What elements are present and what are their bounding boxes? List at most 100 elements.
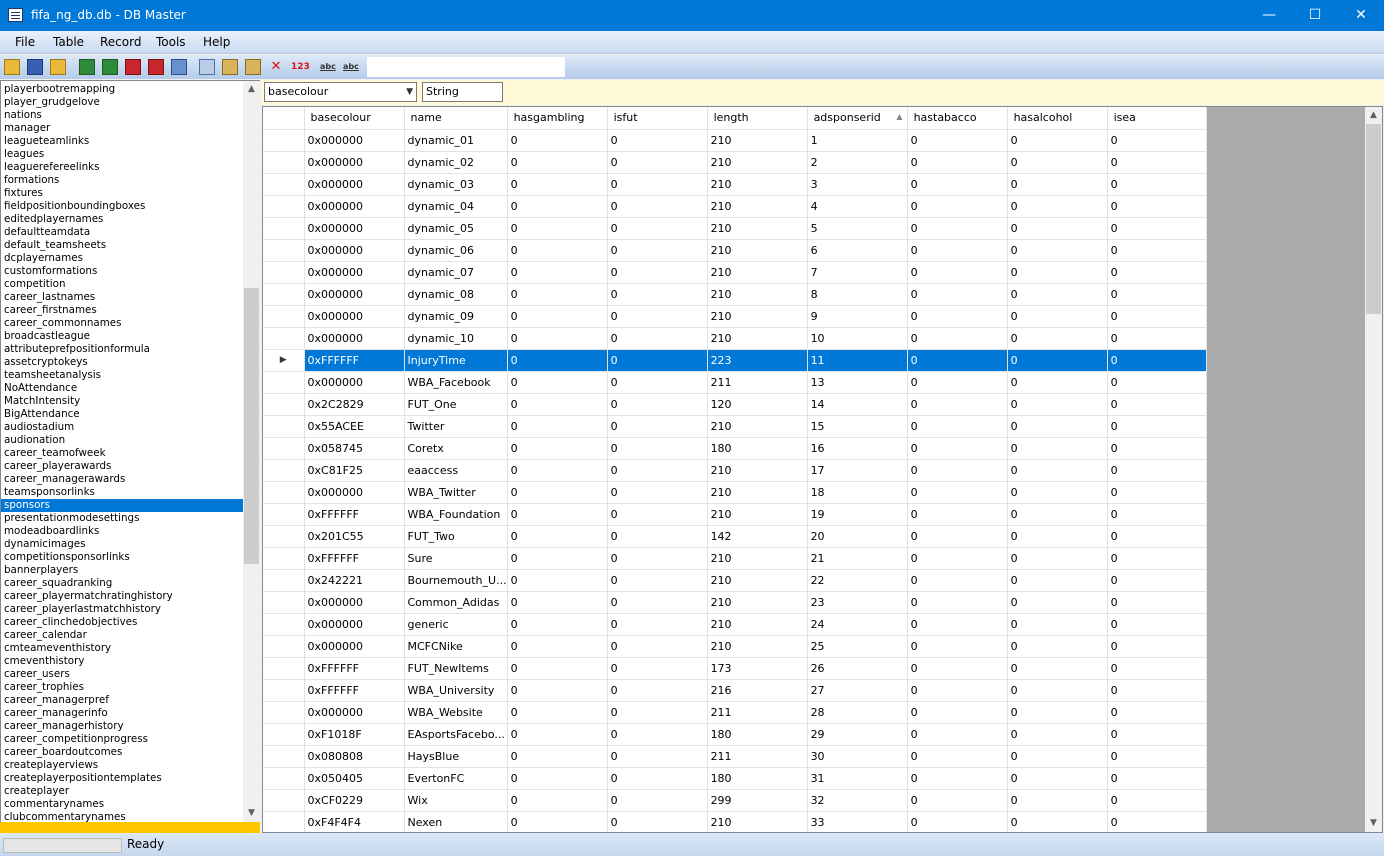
cell-basecolour[interactable]: 0x000000 — [304, 261, 405, 284]
cell-isfut[interactable]: 0 — [607, 591, 708, 614]
cell-basecolour[interactable]: 0xF4F4F4 — [304, 811, 405, 832]
cell-hastabacco[interactable]: 0 — [907, 459, 1008, 482]
chevron-down-icon[interactable]: ▼ — [406, 83, 413, 101]
table-list-item[interactable]: manager — [1, 122, 243, 135]
save-icon[interactable] — [27, 59, 43, 75]
cell-basecolour[interactable]: 0x000000 — [304, 371, 405, 394]
cell-adsponserid[interactable]: 1 — [807, 129, 908, 152]
cell-isfut[interactable]: 0 — [607, 525, 708, 548]
row-header[interactable] — [263, 767, 305, 790]
folder-icon[interactable] — [50, 59, 66, 75]
cell-basecolour[interactable]: 0x2C2829 — [304, 393, 405, 416]
table-list-item[interactable]: assetcryptokeys — [1, 356, 243, 369]
cell-hastabacco[interactable]: 0 — [907, 195, 1008, 218]
cell-isfut[interactable]: 0 — [607, 481, 708, 504]
cell-hasalcohol[interactable]: 0 — [1007, 129, 1108, 152]
cell-hasgambling[interactable]: 0 — [507, 459, 608, 482]
cell-basecolour[interactable]: 0x201C55 — [304, 525, 405, 548]
table-row[interactable]: 0xC81F25 eaaccess 0 0 210 17 0 0 0 — [263, 459, 1207, 482]
table-row[interactable]: 0x000000 generic 0 0 210 24 0 0 0 — [263, 613, 1207, 636]
table-list-item[interactable]: leagues — [1, 148, 243, 161]
cell-adsponserid[interactable]: 20 — [807, 525, 908, 548]
cell-basecolour[interactable]: 0x000000 — [304, 239, 405, 262]
close-button[interactable]: ✕ — [1338, 0, 1384, 31]
cell-hasgambling[interactable]: 0 — [507, 239, 608, 262]
cell-isea[interactable]: 0 — [1107, 327, 1207, 350]
table-row[interactable]: 0x000000 dynamic_01 0 0 210 1 0 0 0 — [263, 129, 1207, 152]
column-header-hasgambling[interactable]: hasgambling — [507, 107, 608, 130]
cell-isfut[interactable]: 0 — [607, 349, 708, 372]
table-row[interactable]: ▶ 0xFFFFFF InjuryTime 0 0 223 11 0 0 0 — [263, 349, 1207, 372]
table-list-item[interactable]: MatchIntensity — [1, 395, 243, 408]
cell-hastabacco[interactable]: 0 — [907, 789, 1008, 812]
table-list-item[interactable]: career_trophies — [1, 681, 243, 694]
cell-hasgambling[interactable]: 0 — [507, 657, 608, 680]
cell-hastabacco[interactable]: 0 — [907, 239, 1008, 262]
cell-length[interactable]: 120 — [707, 393, 808, 416]
cell-isea[interactable]: 0 — [1107, 283, 1207, 306]
cell-isea[interactable]: 0 — [1107, 635, 1207, 658]
cell-adsponserid[interactable]: 2 — [807, 151, 908, 174]
row-header[interactable] — [263, 701, 305, 724]
cell-hasalcohol[interactable]: 0 — [1007, 723, 1108, 746]
table-list-item[interactable]: career_playerawards — [1, 460, 243, 473]
table-list-item[interactable]: career_users — [1, 668, 243, 681]
row-header[interactable] — [263, 151, 305, 174]
cell-adsponserid[interactable]: 15 — [807, 415, 908, 438]
cell-hasalcohol[interactable]: 0 — [1007, 415, 1108, 438]
cell-name[interactable]: WBA_Foundation — [404, 503, 508, 526]
cell-name[interactable]: Bournemouth_U... — [404, 569, 508, 592]
import-icon[interactable] — [125, 59, 141, 75]
cell-adsponserid[interactable]: 4 — [807, 195, 908, 218]
cell-isfut[interactable]: 0 — [607, 151, 708, 174]
cell-name[interactable]: WBA_Facebook — [404, 371, 508, 394]
cell-basecolour[interactable]: 0x000000 — [304, 305, 405, 328]
row-header[interactable] — [263, 195, 305, 218]
cell-hasgambling[interactable]: 0 — [507, 195, 608, 218]
column-header-length[interactable]: length — [707, 107, 808, 130]
cell-basecolour[interactable]: 0xFFFFFF — [304, 679, 405, 702]
scroll-up-icon[interactable]: ▲ — [243, 81, 260, 98]
cell-isea[interactable]: 0 — [1107, 503, 1207, 526]
table-row[interactable]: 0x000000 MCFCNike 0 0 210 25 0 0 0 — [263, 635, 1207, 658]
cell-isfut[interactable]: 0 — [607, 811, 708, 832]
cell-hasgambling[interactable]: 0 — [507, 503, 608, 526]
row-header[interactable] — [263, 437, 305, 460]
cell-length[interactable]: 210 — [707, 503, 808, 526]
table-list-item[interactable]: NoAttendance — [1, 382, 243, 395]
cell-length[interactable]: 211 — [707, 701, 808, 724]
cell-hastabacco[interactable]: 0 — [907, 129, 1008, 152]
scroll-thumb[interactable] — [244, 288, 259, 564]
cell-length[interactable]: 210 — [707, 635, 808, 658]
cell-isfut[interactable]: 0 — [607, 393, 708, 416]
cell-name[interactable]: dynamic_02 — [404, 151, 508, 174]
cell-isfut[interactable]: 0 — [607, 415, 708, 438]
cell-isea[interactable]: 0 — [1107, 613, 1207, 636]
table-list-item[interactable]: career_squadranking — [1, 577, 243, 590]
cell-adsponserid[interactable]: 11 — [807, 349, 908, 372]
table-list-item[interactable]: career_competitionprogress — [1, 733, 243, 746]
table-list-item[interactable]: teamsheetanalysis — [1, 369, 243, 382]
table-row[interactable]: 0x2C2829 FUT_One 0 0 120 14 0 0 0 — [263, 393, 1207, 416]
row-header[interactable] — [263, 547, 305, 570]
cell-length[interactable]: 180 — [707, 437, 808, 460]
cell-isfut[interactable]: 0 — [607, 437, 708, 460]
field-select[interactable]: basecolour ▼ — [264, 82, 417, 102]
cell-length[interactable]: 210 — [707, 327, 808, 350]
field-type-box[interactable]: String — [422, 82, 503, 102]
cell-basecolour[interactable]: 0x000000 — [304, 151, 405, 174]
row-header[interactable] — [263, 327, 305, 350]
cell-basecolour[interactable]: 0x000000 — [304, 591, 405, 614]
cell-hasalcohol[interactable]: 0 — [1007, 327, 1108, 350]
cell-basecolour[interactable]: 0xC81F25 — [304, 459, 405, 482]
cell-name[interactable]: InjuryTime — [404, 349, 508, 372]
cell-hasgambling[interactable]: 0 — [507, 569, 608, 592]
table-list-scrollbar[interactable]: ▲ ▼ — [243, 81, 260, 832]
table-list-item[interactable]: career_managerawards — [1, 473, 243, 486]
cell-hastabacco[interactable]: 0 — [907, 371, 1008, 394]
table-list-item[interactable]: commentarynames — [1, 798, 243, 811]
cell-isfut[interactable]: 0 — [607, 129, 708, 152]
cell-hasalcohol[interactable]: 0 — [1007, 657, 1108, 680]
spellcheck-icon[interactable]: abc — [320, 59, 336, 75]
cell-length[interactable]: 210 — [707, 261, 808, 284]
